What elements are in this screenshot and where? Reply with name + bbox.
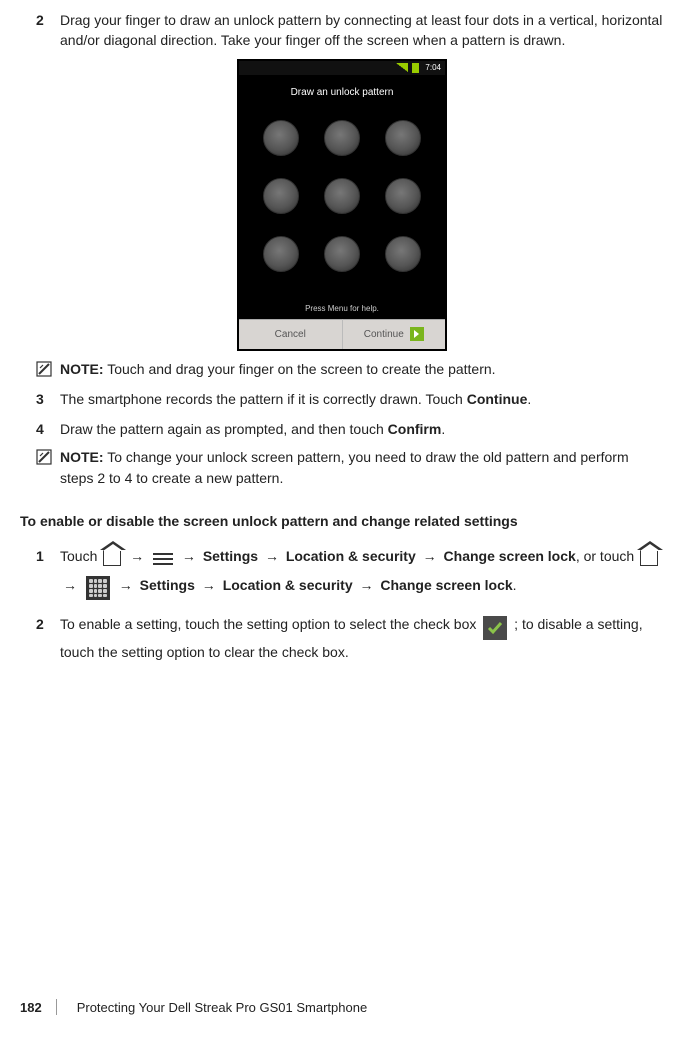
arrow-icon: → — [130, 548, 144, 564]
pattern-grid — [239, 106, 445, 286]
pattern-dot — [263, 120, 299, 156]
footer-divider — [56, 999, 57, 1015]
note-1: NOTE: Touch and drag your finger on the … — [36, 359, 664, 379]
step-text: The smartphone records the pattern if it… — [60, 391, 467, 407]
note-text: NOTE: To change your unlock screen patte… — [60, 447, 664, 488]
note-2: NOTE: To change your unlock screen patte… — [36, 447, 664, 488]
step-text-bold: Continue — [467, 391, 528, 407]
step-text-bold: Location & security — [223, 577, 357, 593]
arrow-icon: → — [63, 577, 77, 593]
step-text-bold: Settings — [203, 548, 262, 564]
cancel-button: Cancel — [239, 319, 342, 349]
step-number: 4 — [36, 419, 60, 439]
step-text-bold: Settings — [140, 577, 199, 593]
arrow-icon: → — [265, 548, 279, 564]
battery-icon — [412, 63, 419, 73]
note-body: To change your unlock screen pattern, yo… — [60, 449, 629, 485]
pattern-dot — [324, 178, 360, 214]
note-label: NOTE: — [60, 361, 104, 377]
step-body: To enable a setting, touch the setting o… — [60, 610, 664, 666]
step-4: 4 Draw the pattern again as prompted, an… — [36, 419, 664, 439]
section-heading: To enable or disable the screen unlock p… — [20, 512, 664, 532]
step-text-bold: Change screen lock — [380, 577, 512, 593]
step-2: 2 Drag your finger to draw an unlock pat… — [36, 10, 664, 51]
pattern-dot — [385, 120, 421, 156]
phone-statusbar: 7:04 — [239, 61, 445, 75]
step-text: To enable a setting, touch the setting o… — [60, 616, 480, 632]
page-footer: 182 Protecting Your Dell Streak Pro GS01… — [20, 999, 367, 1015]
continue-button-label: Continue — [364, 329, 404, 340]
step-text: . — [513, 577, 517, 593]
step-text: Touch — [60, 548, 101, 564]
step-b2: 2 To enable a setting, touch the setting… — [36, 610, 664, 666]
step-body: Drag your finger to draw an unlock patte… — [60, 10, 664, 51]
step-text: Draw the pattern again as prompted, and … — [60, 421, 388, 437]
note-label: NOTE: — [60, 449, 104, 465]
step-text-bold: Location & security — [286, 548, 420, 564]
pattern-dot — [263, 178, 299, 214]
step-number: 2 — [36, 610, 60, 666]
arrow-icon: → — [182, 548, 196, 564]
pattern-dot — [324, 236, 360, 272]
apps-grid-icon — [86, 576, 110, 600]
pattern-dot — [263, 236, 299, 272]
signal-icon — [396, 63, 408, 72]
page-number: 182 — [20, 1000, 42, 1015]
arrow-icon: → — [202, 577, 216, 593]
note-text: NOTE: Touch and drag your finger on the … — [60, 359, 496, 379]
pattern-dot — [324, 120, 360, 156]
phone-title: Draw an unlock pattern — [239, 75, 445, 106]
step-body: Draw the pattern again as prompted, and … — [60, 419, 664, 439]
step-text: . — [441, 421, 445, 437]
continue-button: Continue — [342, 319, 446, 349]
arrow-icon: → — [423, 548, 437, 564]
step-text: . — [527, 391, 531, 407]
step-3: 3 The smartphone records the pattern if … — [36, 389, 664, 409]
step-b1: 1 Touch → → Settings → Location & securi… — [36, 542, 664, 601]
home-icon — [640, 549, 658, 566]
step-text: , or touch — [576, 548, 638, 564]
phone-screenshot: 7:04 Draw an unlock pattern Press Menu f… — [20, 59, 664, 351]
step-number: 2 — [36, 10, 60, 51]
pattern-dot — [385, 236, 421, 272]
step-body: Touch → → Settings → Location & security… — [60, 542, 664, 601]
footer-title: Protecting Your Dell Streak Pro GS01 Sma… — [77, 1000, 368, 1015]
phone-button-bar: Cancel Continue — [239, 319, 445, 349]
status-time: 7:04 — [425, 63, 441, 72]
step-number: 3 — [36, 389, 60, 409]
cancel-button-label: Cancel — [275, 329, 306, 340]
menu-icon — [153, 553, 173, 555]
home-icon — [103, 549, 121, 566]
note-icon — [36, 449, 52, 465]
phone-frame: 7:04 Draw an unlock pattern Press Menu f… — [237, 59, 447, 351]
phone-help-text: Press Menu for help. — [239, 286, 445, 319]
step-body: The smartphone records the pattern if it… — [60, 389, 664, 409]
note-icon — [36, 361, 52, 377]
arrow-icon: → — [119, 577, 133, 593]
checkbox-checked-icon — [483, 616, 507, 640]
step-number: 1 — [36, 542, 60, 601]
step-text-bold: Change screen lock — [444, 548, 576, 564]
arrow-icon: → — [360, 577, 374, 593]
pattern-dot — [385, 178, 421, 214]
note-body: Touch and drag your finger on the screen… — [104, 361, 496, 377]
step-text-bold: Confirm — [388, 421, 442, 437]
continue-arrow-icon — [410, 327, 424, 341]
